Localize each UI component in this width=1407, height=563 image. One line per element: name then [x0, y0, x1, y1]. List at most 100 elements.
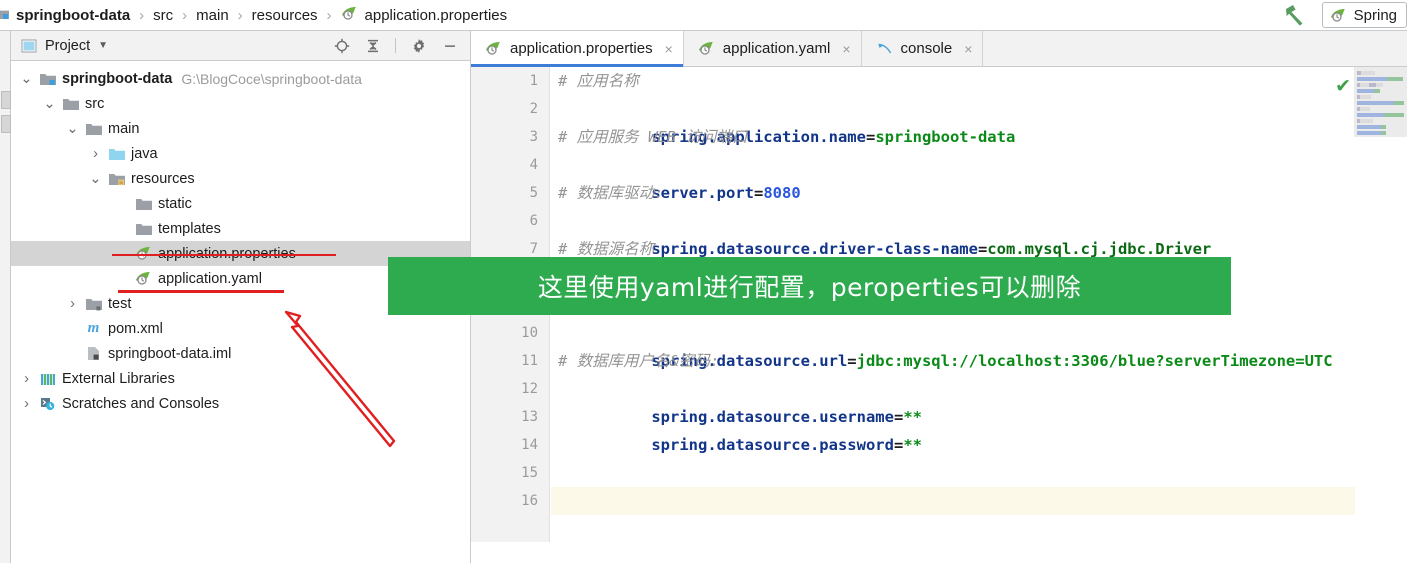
- close-icon[interactable]: ×: [964, 42, 972, 56]
- breadcrumb-item-project[interactable]: springboot-data: [0, 7, 130, 24]
- editor-tab-application-yaml[interactable]: application.yaml ×: [683, 31, 862, 66]
- close-icon[interactable]: ×: [665, 42, 673, 56]
- module-icon: [39, 72, 56, 86]
- minimap-row: [1357, 95, 1404, 99]
- libraries-icon: [39, 372, 56, 386]
- code-line-6: spring.datasource.driver-class-name=com.…: [558, 207, 1211, 258]
- tree-row-java[interactable]: › java: [11, 141, 470, 166]
- annotation-strikethrough: [112, 254, 336, 256]
- breadcrumb-item-main[interactable]: main: [196, 7, 229, 24]
- close-icon[interactable]: ×: [842, 42, 850, 56]
- tree-row-src[interactable]: ⌄ src: [11, 91, 470, 116]
- spring-run-config-chip[interactable]: Spring: [1321, 2, 1407, 28]
- chevron-right-icon[interactable]: ›: [20, 371, 33, 387]
- breadcrumb-item-file[interactable]: application.properties: [341, 6, 507, 25]
- settings-gear-icon[interactable]: [410, 37, 427, 54]
- tree-row-label: springboot-data.iml: [108, 345, 232, 362]
- tree-row-label: resources: [131, 170, 195, 187]
- breadcrumb-label: main: [196, 6, 229, 24]
- breadcrumb-right-tools: Spring: [1282, 2, 1407, 28]
- spring-leaf-icon: [341, 6, 358, 25]
- line-number: 6: [529, 213, 538, 229]
- project-panel-header: Project ▼: [11, 31, 470, 61]
- tree-row-springboot-data[interactable]: ⌄ springboot-data G:\BlogCoce\springboot…: [11, 66, 470, 91]
- breadcrumb-bar: springboot-data › src › main › resources…: [0, 0, 1407, 31]
- maven-icon: m: [87, 320, 100, 336]
- equals-sign: =: [865, 128, 876, 146]
- chevron-down-icon[interactable]: ⌄: [43, 96, 56, 112]
- scratches-icon: [39, 396, 56, 411]
- project-title-label: Project: [45, 37, 91, 54]
- folder-icon: [85, 297, 102, 311]
- line-number: 5: [529, 185, 538, 201]
- chevron-right-icon[interactable]: ›: [66, 296, 79, 312]
- tree-row-label: springboot-data: [62, 70, 173, 87]
- breadcrumb-item-resources[interactable]: resources: [252, 7, 318, 24]
- line-number: 15: [521, 465, 538, 481]
- tree-row-templates[interactable]: templates: [11, 216, 470, 241]
- breadcrumb-separator: ›: [182, 6, 188, 24]
- chevron-right-icon[interactable]: ›: [20, 396, 33, 412]
- tree-row-label: static: [158, 195, 192, 212]
- project-title-group[interactable]: Project ▼: [21, 38, 108, 54]
- iml-icon: [85, 346, 102, 361]
- chevron-down-icon[interactable]: ⌄: [20, 71, 33, 87]
- breadcrumb-label: springboot-data: [16, 6, 131, 24]
- editor-tab-application-properties[interactable]: application.properties ×: [471, 31, 684, 67]
- tree-row-scratches-and-consoles[interactable]: › Scratches and Consoles: [11, 391, 470, 416]
- annotation-banner: 这里使用yaml进行配置，peroperties可以删除: [388, 257, 1231, 315]
- collapse-all-icon[interactable]: [364, 37, 381, 54]
- tree-row-label: templates: [158, 220, 221, 237]
- inspection-status-icon[interactable]: ✔: [1335, 77, 1351, 96]
- code-editor[interactable]: 1 2 3 4 5 6 7 8 9 10 11 12 13 14 15 16 #…: [471, 67, 1407, 563]
- tree-row-label: src: [85, 95, 105, 112]
- spring-leaf-icon: [698, 41, 715, 56]
- minimap-row: [1357, 77, 1404, 81]
- editor-tab-bar: application.properties × application.yam…: [471, 31, 1407, 67]
- minimap-row: [1357, 107, 1404, 111]
- folder-icon: [135, 222, 152, 236]
- editor-tab-console[interactable]: console ×: [861, 31, 984, 66]
- equals-sign: =: [753, 184, 764, 202]
- breadcrumb-label: src: [153, 6, 174, 24]
- left-tool-strip: [0, 31, 11, 563]
- breadcrumb-label: resources: [251, 6, 318, 24]
- tree-row-label: Scratches and Consoles: [62, 395, 220, 412]
- tree-row-static[interactable]: static: [11, 191, 470, 216]
- spring-leaf-icon: [135, 271, 152, 286]
- chevron-right-icon[interactable]: ›: [89, 146, 102, 162]
- line-number: 14: [521, 437, 538, 453]
- console-query-icon: [876, 41, 893, 56]
- line-number: 12: [521, 381, 538, 397]
- tree-row-label: External Libraries: [62, 370, 175, 387]
- tree-row-main[interactable]: ⌄ main: [11, 116, 470, 141]
- tree-row-external-libraries[interactable]: › External Libraries: [11, 366, 470, 391]
- green-up-arrow-icon[interactable]: [1282, 3, 1308, 27]
- annotation-underline: [118, 290, 284, 293]
- locate-icon[interactable]: [333, 37, 350, 54]
- code-line-11: # 数据库用户名&密码:: [558, 352, 720, 370]
- chevron-down-icon[interactable]: ⌄: [89, 171, 102, 187]
- hide-panel-icon[interactable]: [441, 37, 458, 54]
- tree-row-resources[interactable]: ⌄ resources: [11, 166, 470, 191]
- property-value: 8080: [763, 184, 801, 202]
- line-number: 1: [529, 73, 538, 89]
- breadcrumb: springboot-data › src › main › resources…: [0, 6, 507, 25]
- tree-row-pom-xml[interactable]: m pom.xml: [11, 316, 470, 341]
- project-panel-toolbar: [333, 37, 462, 54]
- chevron-down-icon[interactable]: ⌄: [66, 121, 79, 137]
- line-number: 4: [529, 157, 538, 173]
- tree-row-iml[interactable]: springboot-data.iml: [11, 341, 470, 366]
- property-value: springboot-data: [875, 128, 1016, 146]
- code-line-1: # 应用名称: [558, 72, 639, 90]
- code-lines[interactable]: # 应用名称 spring.application.name=springboo…: [551, 67, 1407, 563]
- strip-tab-a[interactable]: [1, 91, 11, 109]
- chevron-down-icon[interactable]: ▼: [98, 40, 108, 51]
- minimap-row: [1357, 83, 1404, 87]
- property-value: com.mysql.cj.jdbc.Driver: [987, 240, 1212, 258]
- strip-tab-b[interactable]: [1, 115, 11, 133]
- tree-row-label: java: [131, 145, 158, 162]
- tree-row-label: pom.xml: [108, 320, 163, 337]
- code-minimap[interactable]: [1354, 67, 1407, 137]
- breadcrumb-item-src[interactable]: src: [153, 7, 173, 24]
